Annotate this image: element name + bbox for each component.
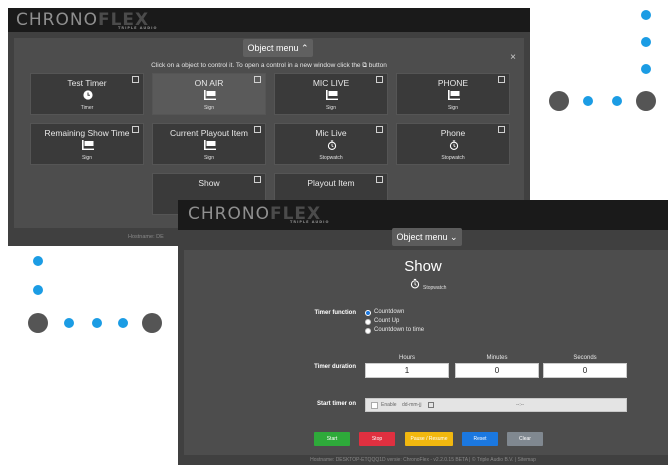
radio-label: Countdown to time [374,327,425,333]
tile-name: Show [198,178,220,188]
header-bar: CHRONOFLEX TRIPLE AUDIO [8,8,530,32]
hours-label: Hours [398,355,415,361]
radio-label: Countdown [374,309,405,315]
hostname-footer: Hostname: DESKTOP-ETQQQ1D versie: Chrono… [310,457,536,463]
time-input[interactable]: --:-- [516,402,524,408]
open-new-window-icon[interactable] [498,76,505,83]
pause-resume-button[interactable]: Pause / Resume [405,432,453,446]
radio-button-checked[interactable] [365,310,371,316]
sign-icon [326,90,338,100]
open-new-window-icon[interactable] [132,126,139,133]
minutes-input[interactable]: 0 [455,363,539,378]
show-control-panel [184,250,668,455]
open-new-window-icon[interactable] [132,76,139,83]
decor-dot [641,10,651,20]
sign-icon [448,90,460,100]
object-tile-remaining-show-time[interactable]: Remaining Show Time Sign [30,123,144,165]
chronoflex-logo: CHRONOFLEX TRIPLE AUDIO [16,10,158,30]
radio-button[interactable] [365,319,371,325]
sign-icon [82,140,94,150]
tile-name: Test Timer [67,78,107,88]
object-tile-mic-live-sign[interactable]: MIC LIVE Sign [274,73,388,115]
chronoflex-logo: CHRONOFLEX TRIPLE AUDIO [188,204,330,224]
decor-dot-large [28,313,48,333]
tile-kind: Timer [80,105,94,111]
object-tile-test-timer[interactable]: Test Timer Timer [30,73,144,115]
decor-dot [92,318,102,328]
radio-button[interactable] [365,328,371,334]
stopwatch-icon [327,140,337,150]
object-tile-on-air[interactable]: ON AIR Sign [152,73,266,115]
tile-name: Playout Item [307,178,355,188]
decor-dot [33,285,43,295]
hostname-footer: Hostname: DE [128,234,164,240]
open-new-window-icon[interactable] [254,126,261,133]
decor-dot-large [549,91,569,111]
tile-kind: Stopwatch [441,155,465,161]
start-timer-on-field: Enable dd-mm-jj --:-- [365,398,627,412]
sign-icon [204,140,216,150]
stopwatch-icon [410,278,420,289]
minutes-label: Minutes [486,355,508,361]
screenshot-stage: CHRONOFLEX TRIPLE AUDIO Object menu ⌃ × … [0,0,668,465]
object-title: Show [404,258,442,275]
hours-input[interactable]: 1 [365,363,449,378]
seconds-label: Seconds [573,355,597,361]
sign-icon [204,90,216,100]
instruction-text: Click on a object to control it. To open… [151,62,387,69]
start-button[interactable]: Start [314,432,350,446]
open-new-window-icon[interactable] [376,126,383,133]
date-input[interactable]: dd-mm-jj [402,402,421,408]
tile-kind: Sign [325,105,336,111]
stopwatch-icon [449,140,459,150]
show-control-window: CHRONOFLEX TRIPLE AUDIO Object menu ⌄ Sh… [178,200,668,465]
object-tile-mic-live-stopwatch[interactable]: Mic Live Stopwatch [274,123,388,165]
object-tile-phone-sign[interactable]: PHONE Sign [396,73,510,115]
decor-dot-large [636,91,656,111]
seconds-input[interactable]: 0 [543,363,627,378]
decor-dot [641,37,651,47]
radio-label: Count Up [374,318,400,324]
decor-dot-large [142,313,162,333]
tile-kind: Sign [203,105,214,111]
tile-kind: Sign [447,105,458,111]
object-kind: Stopwatch [423,285,447,291]
object-menu-button[interactable]: Object menu ⌄ [392,228,462,246]
tile-name: PHONE [437,78,469,88]
decor-dot [612,96,622,106]
enable-label: Enable [381,402,397,408]
tile-kind: Sign [81,155,92,161]
tile-name: MIC LIVE [312,78,350,88]
calendar-icon[interactable] [428,402,434,408]
reset-button[interactable]: Reset [462,432,498,446]
open-new-window-icon[interactable] [254,176,261,183]
tile-name: ON AIR [194,78,224,88]
tile-name: Remaining Show Time [44,128,130,138]
open-new-window-icon[interactable] [254,76,261,83]
tile-kind: Sign [203,155,214,161]
object-tile-current-playout-item[interactable]: Current Playout Item Sign [152,123,266,165]
stop-button[interactable]: Stop [359,432,395,446]
tile-name: Current Playout Item [170,128,248,138]
object-tile-phone-stopwatch[interactable]: Phone Stopwatch [396,123,510,165]
tile-name: Phone [440,128,466,138]
header-bar: CHRONOFLEX TRIPLE AUDIO [178,200,668,230]
start-timer-on-label: Start timer on [316,401,356,407]
tile-kind: Stopwatch [319,155,343,161]
decor-dot [583,96,593,106]
clock-icon [83,90,93,100]
clear-button[interactable]: Clear [507,432,543,446]
timer-function-label: Timer function [314,310,356,316]
tile-name: Mic Live [315,128,347,138]
decor-dot [64,318,74,328]
open-new-window-icon[interactable] [376,76,383,83]
object-menu-button[interactable]: Object menu ⌃ [243,39,313,57]
decor-dot [641,64,651,74]
decor-dot [33,256,43,266]
decor-dot [118,318,128,328]
enable-checkbox[interactable] [371,402,378,409]
open-new-window-icon[interactable] [498,126,505,133]
timer-duration-label: Timer duration [314,364,356,370]
open-new-window-icon[interactable] [376,176,383,183]
